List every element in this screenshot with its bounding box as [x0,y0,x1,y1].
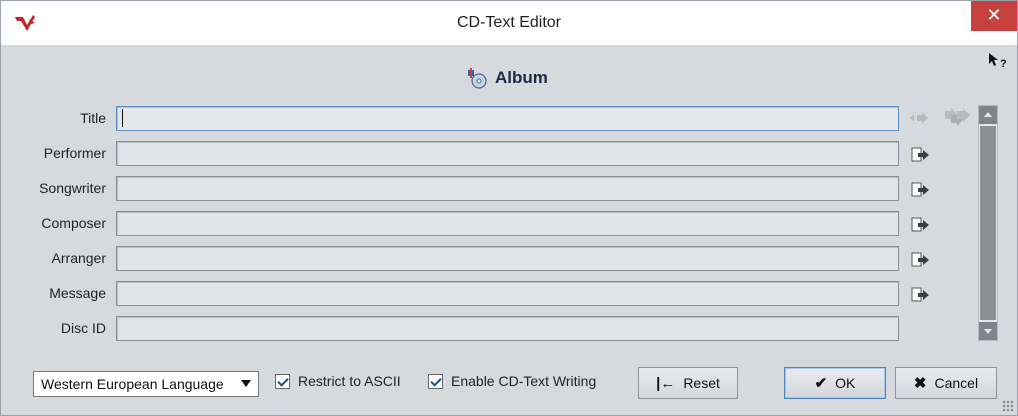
copy-to-tracks-icon[interactable] [910,286,932,304]
title-label: Title [80,110,106,126]
disc-id-label: Disc ID [60,320,106,336]
enable-cdtext-checkbox[interactable]: Enable CD-Text Writing [428,373,596,389]
message-field[interactable] [116,281,899,306]
language-select[interactable]: Western European Language [33,371,259,397]
copy-to-tracks-icon[interactable] [910,146,932,164]
copy-to-tracks-icon[interactable] [910,181,932,199]
cancel-button[interactable]: ✖ Cancel [895,367,997,399]
enable-cdtext-label: Enable CD-Text Writing [451,373,597,389]
reset-icon: |← [656,374,676,392]
checkbox-checked-icon[interactable] [275,373,290,389]
copy-to-tracks-icon[interactable] [910,251,932,269]
performer-label: Performer [43,145,106,161]
checkmark-icon: ✔ [814,375,828,392]
ok-label: OK [835,375,856,391]
composer-field[interactable] [116,211,899,236]
scroll-thumb[interactable] [980,126,996,320]
restrict-ascii-checkbox[interactable]: Restrict to ASCII [275,373,401,389]
svg-text:?: ? [1000,58,1007,69]
restrict-ascii-label: Restrict to ASCII [298,373,401,389]
ok-button[interactable]: ✔ OK [784,367,886,399]
title-field[interactable] [116,106,899,131]
text-caret [122,109,123,127]
reset-label: Reset [683,375,720,391]
performer-field[interactable] [116,141,899,166]
resize-grip-icon[interactable] [1002,400,1014,412]
album-title: Album [495,68,548,87]
dropdown-arrow-icon [241,380,251,387]
copy-to-tracks-icon[interactable] [910,216,932,234]
songwriter-field[interactable] [116,176,899,201]
scroll-down-button[interactable] [979,322,997,340]
scroll-up-button[interactable] [979,106,997,124]
album-header: Album [465,65,548,91]
reset-button[interactable]: |← Reset [638,367,738,399]
cancel-label: Cancel [934,375,979,391]
window-title: CD-Text Editor [456,14,562,31]
message-label: Message [49,285,106,301]
composer-label: Composer [41,215,106,231]
close-button[interactable]: ✕ [971,1,1017,31]
checkbox-checked-icon[interactable] [428,373,443,389]
copy-arrow-icon[interactable] [908,109,930,127]
vertical-scrollbar[interactable] [978,105,998,341]
songwriter-label: Songwriter [39,180,106,196]
disc-id-field[interactable] [116,316,899,341]
title-bar: CD-Text Editor ✕ [1,1,1017,45]
cancel-x-icon: ✖ [913,375,927,392]
album-disc-icon [468,68,487,89]
arranger-label: Arranger [51,250,106,266]
copy-all-icon[interactable] [943,107,971,127]
arranger-field[interactable] [116,246,899,271]
cd-text-editor-window: CD-Text Editor ✕ ? Album Title Performer… [0,0,1018,416]
language-select-value: Western European Language [41,376,224,392]
context-help-icon[interactable]: ? [987,51,1009,69]
